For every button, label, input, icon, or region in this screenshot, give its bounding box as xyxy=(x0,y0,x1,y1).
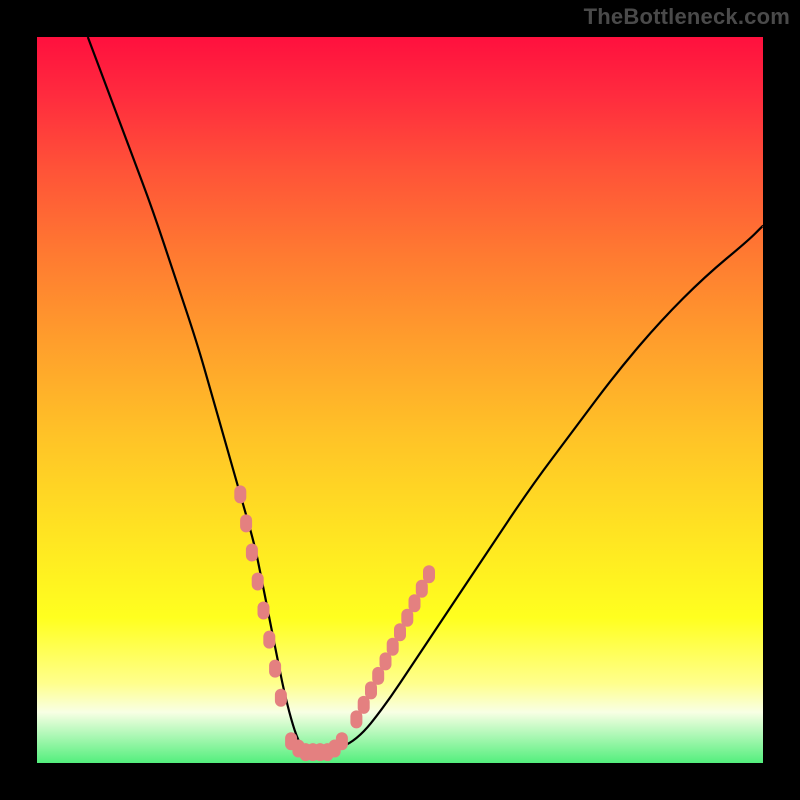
curve-marker xyxy=(423,565,435,583)
curve-marker xyxy=(234,485,246,503)
curve-marker xyxy=(394,623,406,641)
watermark-text: TheBottleneck.com xyxy=(584,4,790,30)
curve-marker xyxy=(358,696,370,714)
curve-marker xyxy=(350,710,362,728)
curve-marker xyxy=(269,660,281,678)
curve-marker xyxy=(387,638,399,656)
curve-marker xyxy=(372,667,384,685)
curve-markers xyxy=(234,485,435,761)
curve-marker xyxy=(252,573,264,591)
curve-marker xyxy=(409,594,421,612)
chart-frame: TheBottleneck.com xyxy=(0,0,800,800)
curve-marker xyxy=(416,580,428,598)
plot-area xyxy=(37,37,763,763)
bottleneck-curve xyxy=(37,37,763,763)
curve-marker xyxy=(246,544,258,562)
curve-marker xyxy=(365,681,377,699)
curve-marker xyxy=(401,609,413,627)
curve-marker xyxy=(380,652,392,670)
curve-marker xyxy=(275,689,287,707)
curve-marker xyxy=(263,631,275,649)
curve-marker xyxy=(240,514,252,532)
curve-marker xyxy=(336,732,348,750)
curve-marker xyxy=(258,602,270,620)
curve-path xyxy=(88,37,763,752)
